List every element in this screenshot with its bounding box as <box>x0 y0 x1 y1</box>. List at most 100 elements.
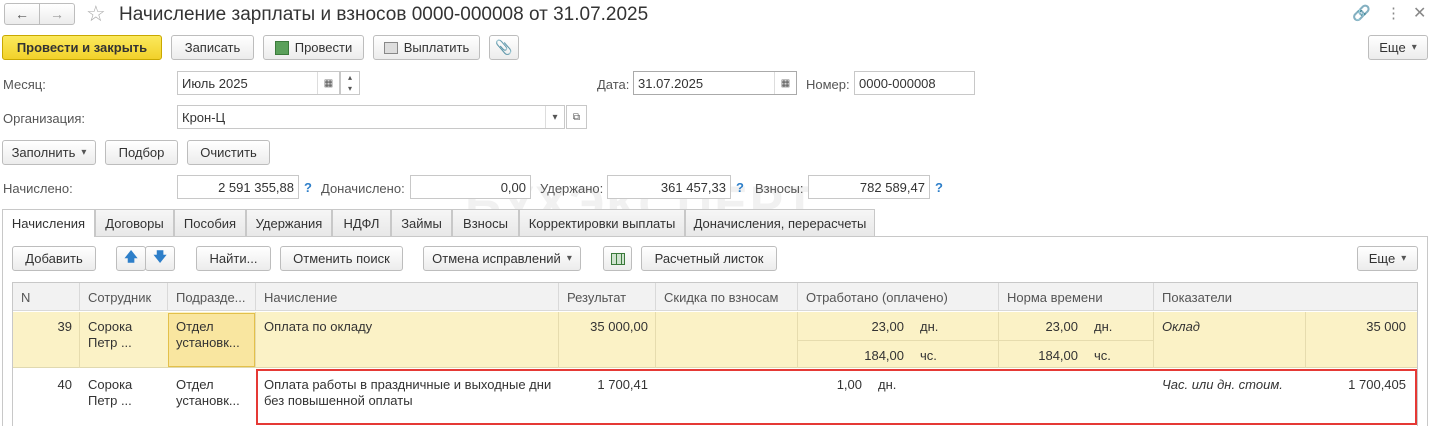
accrued-value: 2 591 355,88 <box>218 179 294 195</box>
chevron-down-icon: ▾ <box>566 253 572 264</box>
organization-value: Крон-Ц <box>182 109 226 125</box>
accrual-name: Оплата по окладу <box>264 319 373 334</box>
col-employee[interactable]: Сотрудник <box>80 283 168 311</box>
pay-button-label: Выплатить <box>403 40 470 55</box>
save-button[interactable]: Записать <box>171 35 254 60</box>
month-field[interactable]: Июль 2025 <box>177 71 340 95</box>
payment-icon <box>383 41 398 54</box>
chevron-down-icon: ▾ <box>81 147 87 158</box>
more-button[interactable]: Еще ▾ <box>1368 35 1428 60</box>
payslip-button[interactable]: Расчетный листок <box>641 246 777 271</box>
col-accrual[interactable]: Начисление <box>256 283 559 311</box>
norm-days-unit: дн. <box>1094 319 1113 334</box>
table-settings-button[interactable] <box>603 246 632 271</box>
help-icon[interactable]: ? <box>935 180 943 195</box>
month-stepper[interactable]: ▴ ▾ <box>340 71 360 95</box>
organization-dropdown-button[interactable]: ▾ <box>545 106 564 128</box>
col-department[interactable]: Подразде... <box>168 283 256 311</box>
norm-hours-unit: чс. <box>1094 348 1111 363</box>
tab-ndfl[interactable]: НДФЛ <box>332 209 391 236</box>
calendar-icon: ▦ <box>323 77 334 89</box>
number-value: 0000-000008 <box>859 75 936 91</box>
calendar-button[interactable]: ▦ <box>317 72 339 94</box>
employee-line: Петр ... <box>88 335 132 350</box>
col-result[interactable]: Результат <box>559 283 656 311</box>
fill-button[interactable]: Заполнить ▾ <box>2 140 96 165</box>
employee-line: Сорока <box>88 319 133 334</box>
tab-deductions[interactable]: Удержания <box>246 209 332 236</box>
grid-more-button[interactable]: Еще ▾ <box>1357 246 1418 271</box>
department-line: установк... <box>176 335 240 350</box>
department-name: Отдел установк... <box>176 377 240 409</box>
find-button[interactable]: Найти... <box>196 246 271 271</box>
month-label: Месяц: <box>3 77 46 92</box>
grid-more-label: Еще <box>1368 251 1396 266</box>
norm-days: 23,00 <box>1045 319 1078 334</box>
post-and-close-button[interactable]: Провести и закрыть <box>2 35 162 60</box>
department-name: Отдел установк... <box>176 319 240 351</box>
add-button[interactable]: Добавить <box>12 246 96 271</box>
department-line: установк... <box>176 393 240 408</box>
col-norm[interactable]: Норма времени <box>999 283 1154 311</box>
worked-days: 23,00 <box>871 319 904 334</box>
arrow-up-icon: 🡅 <box>124 248 138 264</box>
date-label: Дата: <box>597 77 630 92</box>
withheld-field: 361 457,33 <box>607 175 731 199</box>
cancel-fix-button[interactable]: Отмена исправлений ▾ <box>423 246 581 271</box>
col-worked[interactable]: Отработано (оплачено) <box>798 283 999 311</box>
accrued-field: 2 591 355,88 <box>177 175 299 199</box>
date-calendar-button[interactable]: ▦ <box>774 72 796 94</box>
arrow-left-icon: ← <box>15 6 29 22</box>
more-button-label: Еще <box>1379 40 1406 55</box>
col-discount[interactable]: Скидка по взносам <box>656 283 798 311</box>
step-down-icon[interactable]: ▾ <box>341 83 359 94</box>
contributions-label: Взносы: <box>755 181 804 196</box>
tab-contributions[interactable]: Взносы <box>452 209 519 236</box>
organization-field[interactable]: Крон-Ц <box>177 105 565 129</box>
number-label: Номер: <box>806 77 850 92</box>
tab-loans[interactable]: Займы <box>391 209 452 236</box>
number-field[interactable]: 0000-000008 <box>854 71 975 95</box>
close-icon[interactable]: ✕ <box>1413 3 1426 23</box>
tab-payment-corrections[interactable]: Корректировки выплаты <box>519 209 685 236</box>
post-button[interactable]: Провести <box>263 35 364 60</box>
chevron-down-icon: ▾ <box>1401 253 1407 264</box>
step-up-icon[interactable]: ▴ <box>341 72 359 83</box>
withheld-value: 361 457,33 <box>660 179 726 195</box>
post-document-icon <box>274 40 289 55</box>
pay-button[interactable]: Выплатить <box>373 35 480 60</box>
post-button-label: Провести <box>294 40 353 55</box>
cancel-search-button[interactable]: Отменить поиск <box>280 246 403 271</box>
tab-contracts[interactable]: Договоры <box>95 209 174 236</box>
tab-recalculations[interactable]: Доначисления, перерасчеты <box>685 209 875 236</box>
organization-label: Организация: <box>3 111 86 126</box>
table-add-icon <box>610 252 625 265</box>
employee-name: Сорока Петр ... <box>88 377 132 409</box>
chevron-down-icon: ▾ <box>1411 42 1417 53</box>
clear-button[interactable]: Очистить <box>187 140 270 165</box>
accrued-label: Начислено: <box>3 181 73 196</box>
move-down-button[interactable]: 🡇 <box>145 246 175 271</box>
cancel-fix-label: Отмена исправлений <box>432 251 561 266</box>
date-value: 31.07.2025 <box>638 75 704 91</box>
forward-button[interactable]: → <box>39 3 75 25</box>
link-icon[interactable]: 🔗 <box>1352 4 1371 22</box>
col-n[interactable]: N <box>13 283 80 311</box>
help-icon[interactable]: ? <box>736 180 744 195</box>
attach-button[interactable]: 📎 <box>489 35 519 60</box>
tab-benefits[interactable]: Пособия <box>174 209 246 236</box>
month-value: Июль 2025 <box>182 75 248 91</box>
back-button[interactable]: ← <box>4 3 40 25</box>
indicator-value: 35 000 <box>1366 319 1406 334</box>
organization-open-button[interactable]: ⧉ <box>566 105 587 129</box>
select-button[interactable]: Подбор <box>105 140 178 165</box>
date-field[interactable]: 31.07.2025 <box>633 71 797 95</box>
star-icon[interactable]: ☆ <box>86 1 106 27</box>
more-vertical-icon[interactable]: ⋮ <box>1386 4 1401 22</box>
arrow-right-icon: → <box>50 6 64 22</box>
employee-line: Сорока <box>88 377 133 392</box>
help-icon[interactable]: ? <box>304 180 312 195</box>
col-indicators[interactable]: Показатели <box>1154 283 1417 311</box>
tab-accruals[interactable]: Начисления <box>2 209 95 237</box>
move-up-button[interactable]: 🡅 <box>116 246 146 271</box>
